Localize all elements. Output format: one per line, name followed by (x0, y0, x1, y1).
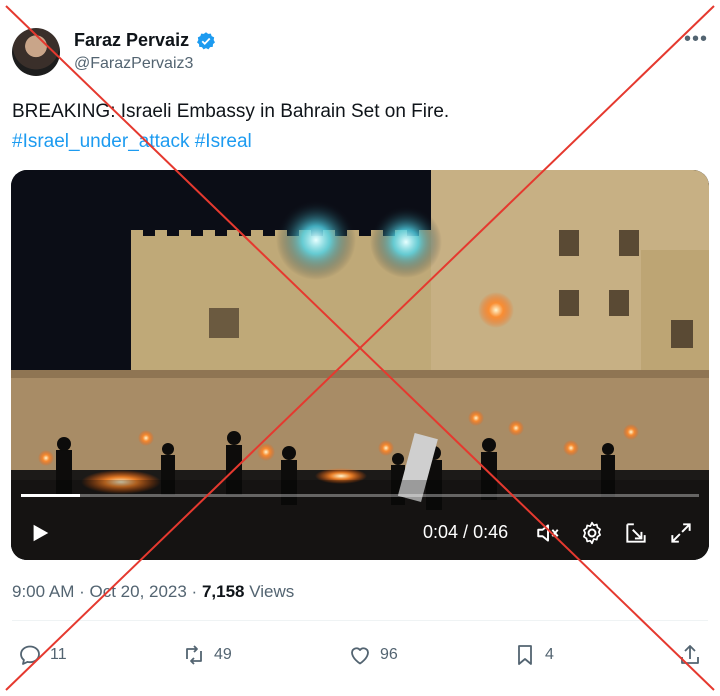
meta-separator: · (186, 582, 202, 601)
author-avatar[interactable] (12, 28, 60, 76)
repost-count: 49 (214, 646, 232, 663)
reply-icon (20, 645, 40, 665)
verified-badge-icon (197, 32, 215, 50)
video-duration: 0:46 (473, 522, 509, 542)
video-current-time: 0:04 (423, 522, 459, 542)
views-count: 7,158 (201, 582, 245, 601)
views-label: Views (244, 582, 295, 601)
settings-gear-icon[interactable] (579, 520, 605, 546)
hashtag-link[interactable]: #Isreal (195, 131, 252, 152)
divider (12, 620, 708, 621)
tweet-date[interactable]: Oct 20, 2023 (89, 582, 186, 601)
pop-out-icon[interactable] (623, 520, 649, 546)
like-button[interactable]: 96 (348, 642, 398, 668)
meta-separator: · (74, 582, 90, 601)
tweet-text: BREAKING: Israeli Embassy in Bahrain Set… (12, 97, 702, 157)
like-count: 96 (380, 646, 398, 663)
reply-button[interactable]: 11 (18, 642, 67, 668)
video-progress-fill (21, 494, 80, 497)
video-player[interactable]: 0:04 / 0:46 (11, 170, 709, 560)
video-progress-bar[interactable] (21, 494, 699, 497)
repost-button[interactable]: 49 (182, 642, 232, 668)
bookmark-button[interactable]: 4 (513, 642, 554, 668)
share-button[interactable] (678, 642, 710, 668)
repost-icon (186, 645, 202, 665)
author-name[interactable]: Faraz Pervaiz (74, 30, 189, 51)
video-frame (11, 170, 709, 560)
fullscreen-icon[interactable] (668, 520, 694, 546)
tweet-time[interactable]: 9:00 AM (12, 582, 74, 601)
heart-icon (351, 647, 369, 665)
more-options-icon[interactable]: ••• (684, 28, 708, 51)
bookmark-count: 4 (545, 646, 554, 663)
hashtag-link[interactable]: #Israel_under_attack (12, 131, 189, 152)
tweet-body: BREAKING: Israeli Embassy in Bahrain Set… (12, 101, 450, 122)
author-handle[interactable]: @FarazPervaiz3 (74, 55, 193, 73)
tweet-meta: 9:00 AM · Oct 20, 2023 · 7,158 Views (12, 582, 294, 602)
video-time-separator: / (458, 522, 474, 542)
mute-icon[interactable] (535, 520, 561, 546)
play-icon[interactable] (29, 522, 51, 544)
reply-count: 11 (50, 646, 67, 663)
video-time: 0:04 / 0:46 (423, 522, 508, 543)
bookmark-icon (518, 645, 532, 665)
share-icon (681, 645, 699, 664)
